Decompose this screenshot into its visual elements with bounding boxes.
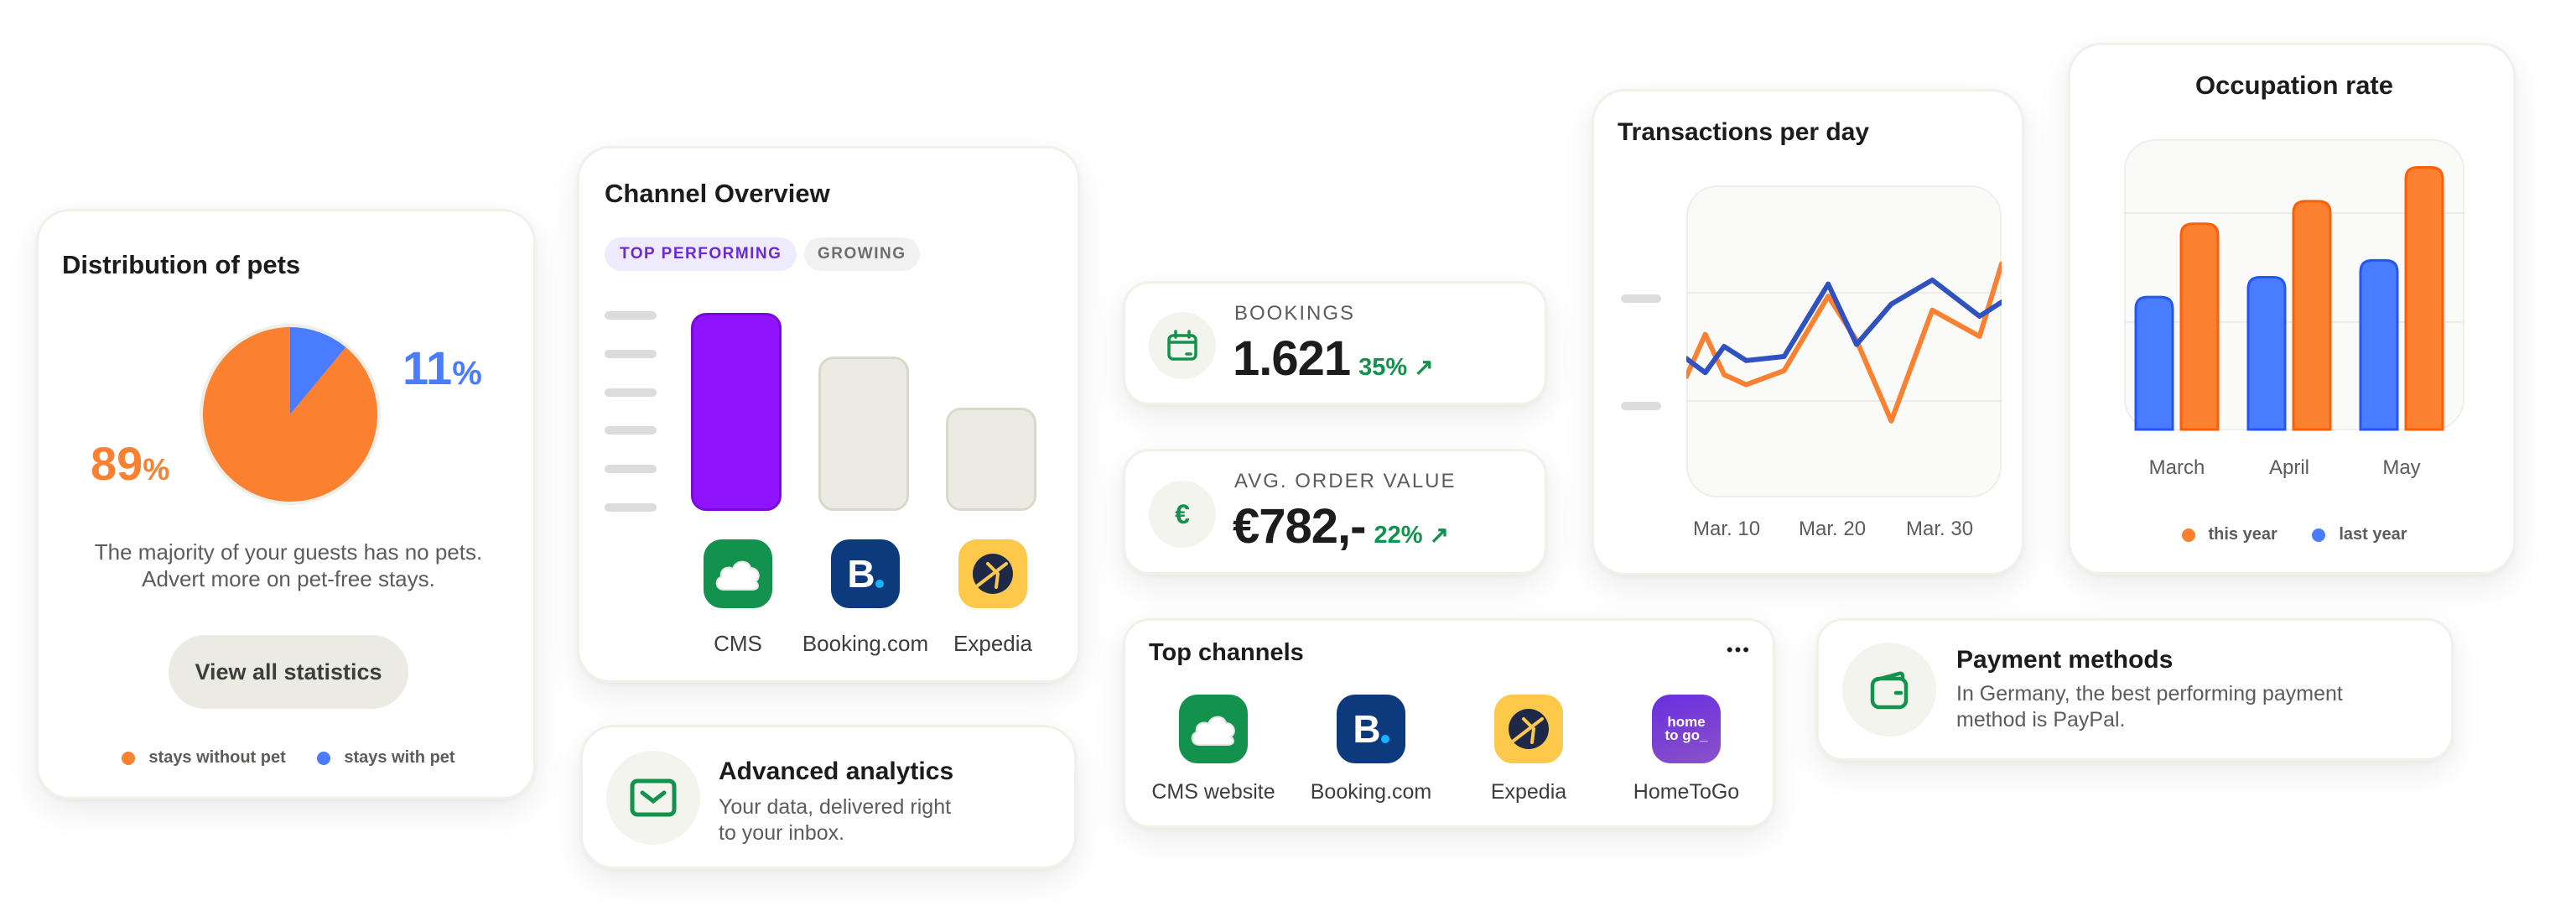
y-axis-tick-6 [605,503,657,512]
advanced-title: Advanced analytics [719,757,954,785]
pets-card: Distribution of pets 11% 89% The majorit… [36,209,536,799]
transactions-title: Transactions per day [1618,118,1870,146]
bookings-value: 1.621 [1233,331,1351,386]
pct-with-pet: 11% [402,341,482,394]
pets-description: The majority of your guests has no pets.… [94,539,483,591]
occupation-legend: this year last year [2070,525,2518,544]
order-value: €782,- [1233,499,1366,554]
top-channels-card: Top channels ••• B home to go_ CMS websi… [1123,618,1775,828]
view-all-statistics-button[interactable]: View all statistics [169,635,408,709]
expedia-logo-icon[interactable] [1494,695,1563,763]
x-tick-label: Mar. 20 [1799,518,1867,540]
y-axis-tick-4 [605,426,657,435]
y-axis-tick-1 [1621,294,1661,303]
bookings-label: BOOKINGS [1234,302,1356,325]
blue-dot-icon [2312,528,2326,542]
tab-growing[interactable]: GROWING [804,237,920,271]
advanced-analytics-card[interactable]: Advanced analytics Your data, delivered … [580,725,1077,869]
y-axis-tick-1 [605,311,657,320]
arrow-up-right-icon: ↗ [1414,354,1434,380]
order-value-label: AVG. ORDER VALUE [1234,470,1457,492]
occupation-card: Occupation rate March April May this year … [2068,43,2516,575]
payment-title: Payment methods [1956,646,2174,674]
payment-methods-card[interactable]: Payment methods In Germany, the best per… [1816,618,2454,761]
transactions-line-chart [1686,185,2002,497]
arrow-up-right-icon: ↗ [1429,522,1449,548]
x-tick-label: May [2382,456,2421,479]
pct-without-pet: 89% [91,437,170,490]
mail-icon [606,751,700,845]
occupation-bar-chart [2124,139,2464,431]
order-value-row: €782,- 22% ↗ [1233,498,1449,554]
orange-dot-icon [2181,528,2195,542]
top-channel-label-booking: Booking.com [1310,780,1432,804]
channel-bar-cms [691,313,782,511]
x-tick-label: March [2148,456,2205,479]
hometogo-logo-icon[interactable]: home to go_ [1652,695,1721,763]
x-tick-label: Mar. 30 [1906,518,1974,540]
cms-cloud-icon[interactable] [1179,695,1248,763]
x-tick-label: April [2268,456,2309,479]
legend-item-with-pet: stays with pet [317,748,455,767]
channel-label-expedia: Expedia [953,631,1032,656]
x-tick-label: Mar. 10 [1693,518,1761,540]
top-channel-label-expedia: Expedia [1490,780,1567,804]
bar-may-last-year [2359,258,2399,431]
advanced-desc: Your data, delivered right to your inbox… [719,795,952,845]
bar-april-last-year [2246,276,2287,431]
legend-item-this-year: this year [2181,525,2277,544]
top-channel-label-hometogo: HomeToGo [1633,780,1740,804]
more-options-icon[interactable]: ••• [1727,639,1751,661]
transactions-card: Transactions per day Mar. 10 Mar. 20 Mar… [1592,89,2024,575]
pets-pie-chart [200,324,381,505]
top-channel-label-cms: CMS website [1151,780,1275,804]
order-value-change: 22% [1374,522,1423,549]
pets-title: Distribution of pets [62,250,301,279]
channel-overview-card: Channel Overview TOP PERFORMING GROWING … [577,146,1080,683]
orange-dot-icon [122,751,136,765]
avg-order-value-card: € AVG. ORDER VALUE €782,- 22% ↗ [1123,449,1547,575]
euro-icon: € [1149,481,1216,548]
payment-desc: In Germany, the best performing payment … [1956,682,2343,731]
occupation-title: Occupation rate [2195,70,2393,100]
y-axis-tick-2 [1621,402,1661,410]
top-channels-title: Top channels [1149,639,1304,666]
bookings-change: 35% [1358,354,1408,381]
pets-legend: stays without pet stays with pet [39,748,538,768]
bar-april-this-year [2292,200,2332,431]
legend-item-without-pet: stays without pet [122,748,286,767]
bar-march-last-year [2134,295,2174,431]
bar-may-this-year [2404,166,2444,431]
booking-logo-icon[interactable]: B [1337,695,1405,763]
legend-item-last-year: last year [2312,525,2407,544]
blue-dot-icon [317,751,331,765]
y-axis-tick-5 [605,465,657,473]
wallet-icon [1842,643,1936,737]
booking-logo-icon[interactable]: B [831,539,900,608]
channel-bar-expedia [946,408,1036,511]
cms-cloud-icon[interactable] [704,539,772,608]
bar-march-this-year [2179,222,2220,431]
expedia-logo-icon[interactable] [958,539,1027,608]
tab-top-performing[interactable]: TOP PERFORMING [605,237,797,271]
bookings-value-row: 1.621 35% ↗ [1233,331,1434,387]
bookings-card: BOOKINGS 1.621 35% ↗ [1123,281,1547,405]
y-axis-tick-3 [605,388,657,397]
channel-bar-bookingcom [818,356,909,511]
y-axis-tick-2 [605,350,657,358]
calendar-icon [1149,312,1216,379]
channel-overview-title: Channel Overview [605,179,830,208]
